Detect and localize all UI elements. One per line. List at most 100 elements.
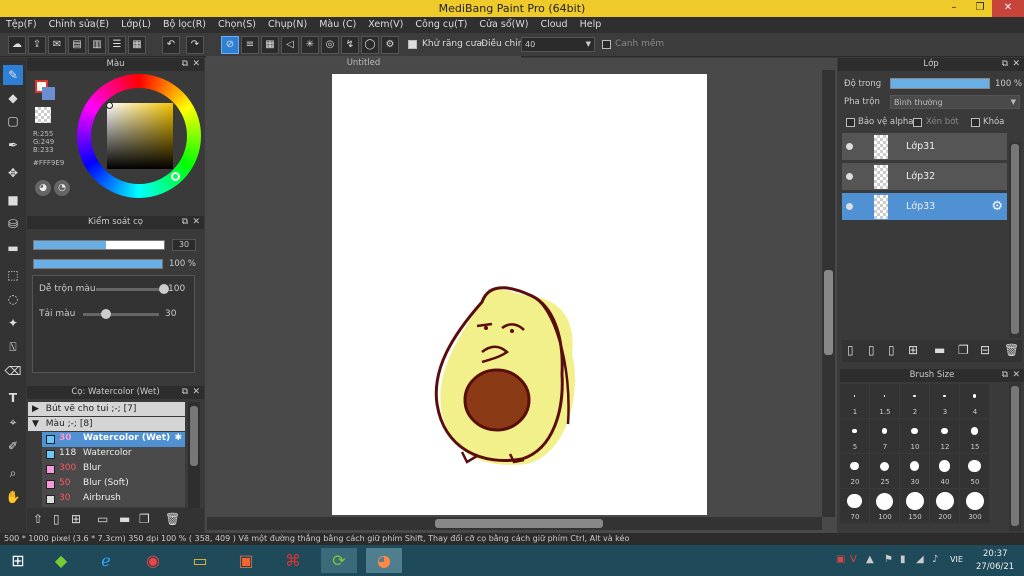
bluestacks-icon[interactable]: ◆ [43,548,79,573]
brush-size-cell[interactable]: 7 [870,419,899,453]
magic-wand-icon[interactable]: ✦ [3,313,23,333]
palette-icon[interactable]: ◕ [35,180,51,196]
trash-icon[interactable]: 🗑 [1004,343,1019,357]
undock-icon[interactable]: ⧉ [1002,58,1008,71]
perspective-icon[interactable]: ◁ [281,36,299,54]
layer-row[interactable]: Lớp33 ⚙ [842,193,1007,221]
brush-settings-icon[interactable]: ▭ [97,512,108,526]
visibility-eye-icon[interactable] [846,173,853,180]
layer-row[interactable]: Lớp32 [842,163,1007,191]
bucket-tool-icon[interactable]: ⛁ [3,214,23,234]
upload-brush-icon[interactable]: ⇧ [33,512,43,526]
volume-icon[interactable]: ♪ [932,554,938,565]
language-indicator[interactable]: VIE [950,555,963,564]
brush-size-cell[interactable]: 150 [900,489,929,523]
new-halftone-layer-icon[interactable]: ▯ [868,343,875,357]
canvas-paper[interactable] [332,74,707,515]
select-pen-icon[interactable]: ⍂ [3,337,23,357]
trash-icon[interactable]: 🗑 [165,512,180,526]
close-icon[interactable]: ✕ [1012,58,1020,71]
cloud-icon[interactable]: ☁ [8,36,26,54]
lock-checkbox[interactable] [971,118,983,128]
menu-layer[interactable]: Lớp(L) [115,17,157,33]
brush-size-cell[interactable]: 20 [840,454,869,488]
tray-v-icon[interactable]: V [850,554,857,565]
brush-size-cell[interactable]: 30 [900,454,929,488]
settings-icon[interactable]: ⚙ [381,36,399,54]
tray-app-icon[interactable]: ▣ [836,554,845,565]
snap-off-icon[interactable]: ⊘ [221,36,239,54]
brush-size-cell[interactable]: 1 [840,384,869,418]
menu-cloud[interactable]: Cloud [534,17,573,33]
fill-rect-icon[interactable]: ■ [3,190,23,210]
close-icon[interactable]: ✕ [192,386,200,399]
menu-select[interactable]: Chọn(S) [212,17,262,33]
divide-tool-icon[interactable]: ✐ [3,436,23,456]
undock-icon[interactable]: ⧉ [182,58,188,71]
gear-icon[interactable]: ⚙ [991,199,1003,214]
ellipse-snap-icon[interactable]: ◯ [361,36,379,54]
menu-snap[interactable]: Chụp(N) [262,17,313,33]
sv-picker[interactable] [106,102,113,109]
grid-icon[interactable]: ▦ [128,36,146,54]
add-brush-icon[interactable]: ⊞ [71,512,81,526]
flag-icon[interactable]: ⚑ [884,554,893,565]
brush-size-cell[interactable]: 2 [900,384,929,418]
brush-size-cell[interactable]: 12 [930,419,959,453]
menu-tools[interactable]: Công cụ(T) [409,17,473,33]
visibility-eye-icon[interactable] [846,143,853,150]
file-explorer-icon[interactable]: ▭ [182,548,218,573]
palette-add-icon[interactable]: ◔ [54,180,70,196]
menu-color[interactable]: Màu (C) [313,17,362,33]
brush-group-row[interactable]: ▶ Bút vẽ cho tui ;-; [7] [28,402,185,416]
paint-knob[interactable] [100,309,111,319]
upload-icon[interactable]: ⇪ [28,36,46,54]
gear-icon[interactable]: ✱ [174,433,182,443]
brush-row[interactable]: 50 Blur (Soft) [42,477,185,492]
network-app-icon[interactable]: ⌘ [275,548,311,573]
eraser-tool-icon[interactable]: ◆ [3,88,23,108]
document-icon[interactable]: ▥ [88,36,106,54]
chevron-down-icon[interactable]: ▼ [1011,98,1016,106]
new-layer-icon[interactable]: ▯ [847,343,854,357]
expand-arrow-icon[interactable]: ▶ [32,404,39,414]
adjust-input[interactable]: 40 ▼ [521,37,595,52]
lasso-icon[interactable]: ◌ [3,289,23,309]
rectangle-select-icon[interactable]: ▢ [3,111,23,131]
tray-arrow-icon[interactable]: ▲ [866,554,874,565]
layer-opacity-slider[interactable] [890,78,990,89]
brush-size-cell[interactable]: 5 [840,419,869,453]
maximize-button[interactable]: ❐ [966,0,994,17]
canh-mem-checkbox[interactable] [602,40,614,50]
folder-icon[interactable]: ▬ [934,343,945,357]
powerpoint-icon[interactable]: ▣ [228,548,264,573]
comment-icon[interactable]: ▤ [68,36,86,54]
layer-blend-select[interactable]: Bình thường ▼ [890,95,1020,109]
brush-size-cell[interactable]: 25 [870,454,899,488]
blend-slider[interactable] [96,284,169,294]
folder-icon[interactable]: ▬ [119,512,130,526]
layer-row[interactable]: Lớp31 [842,133,1007,161]
menu-help[interactable]: Help [574,17,608,33]
clip-checkbox[interactable] [913,118,925,128]
green-app-icon[interactable]: ⟳ [321,548,357,573]
windows-start-icon[interactable]: ⊞ [0,548,36,573]
chrome-icon[interactable]: ◉ [135,548,171,573]
hand-tool-icon[interactable]: ✋ [3,487,23,507]
brush-size-cell[interactable]: 100 [870,489,899,523]
brush-size-cell[interactable]: 15 [960,419,989,453]
hue-wheel[interactable] [77,74,201,198]
paint-slider[interactable] [83,309,159,319]
cross-snap-icon[interactable]: ▦ [261,36,279,54]
menu-view[interactable]: Xem(V) [362,17,409,33]
move-tool-icon[interactable]: ✥ [3,163,23,183]
close-icon[interactable]: ✕ [1012,369,1020,382]
menu-filter[interactable]: Bộ lọc(R) [157,17,212,33]
document-tab[interactable]: Untitled [206,56,521,70]
internet-explorer-icon[interactable]: ℯ [88,548,124,573]
parallel-snap-icon[interactable]: ≡ [241,36,259,54]
scrollbar-thumb[interactable] [190,406,198,466]
saturation-value-square[interactable] [107,103,173,169]
circle-snap-icon[interactable]: ◎ [321,36,339,54]
chat-icon[interactable]: ✉ [48,36,66,54]
